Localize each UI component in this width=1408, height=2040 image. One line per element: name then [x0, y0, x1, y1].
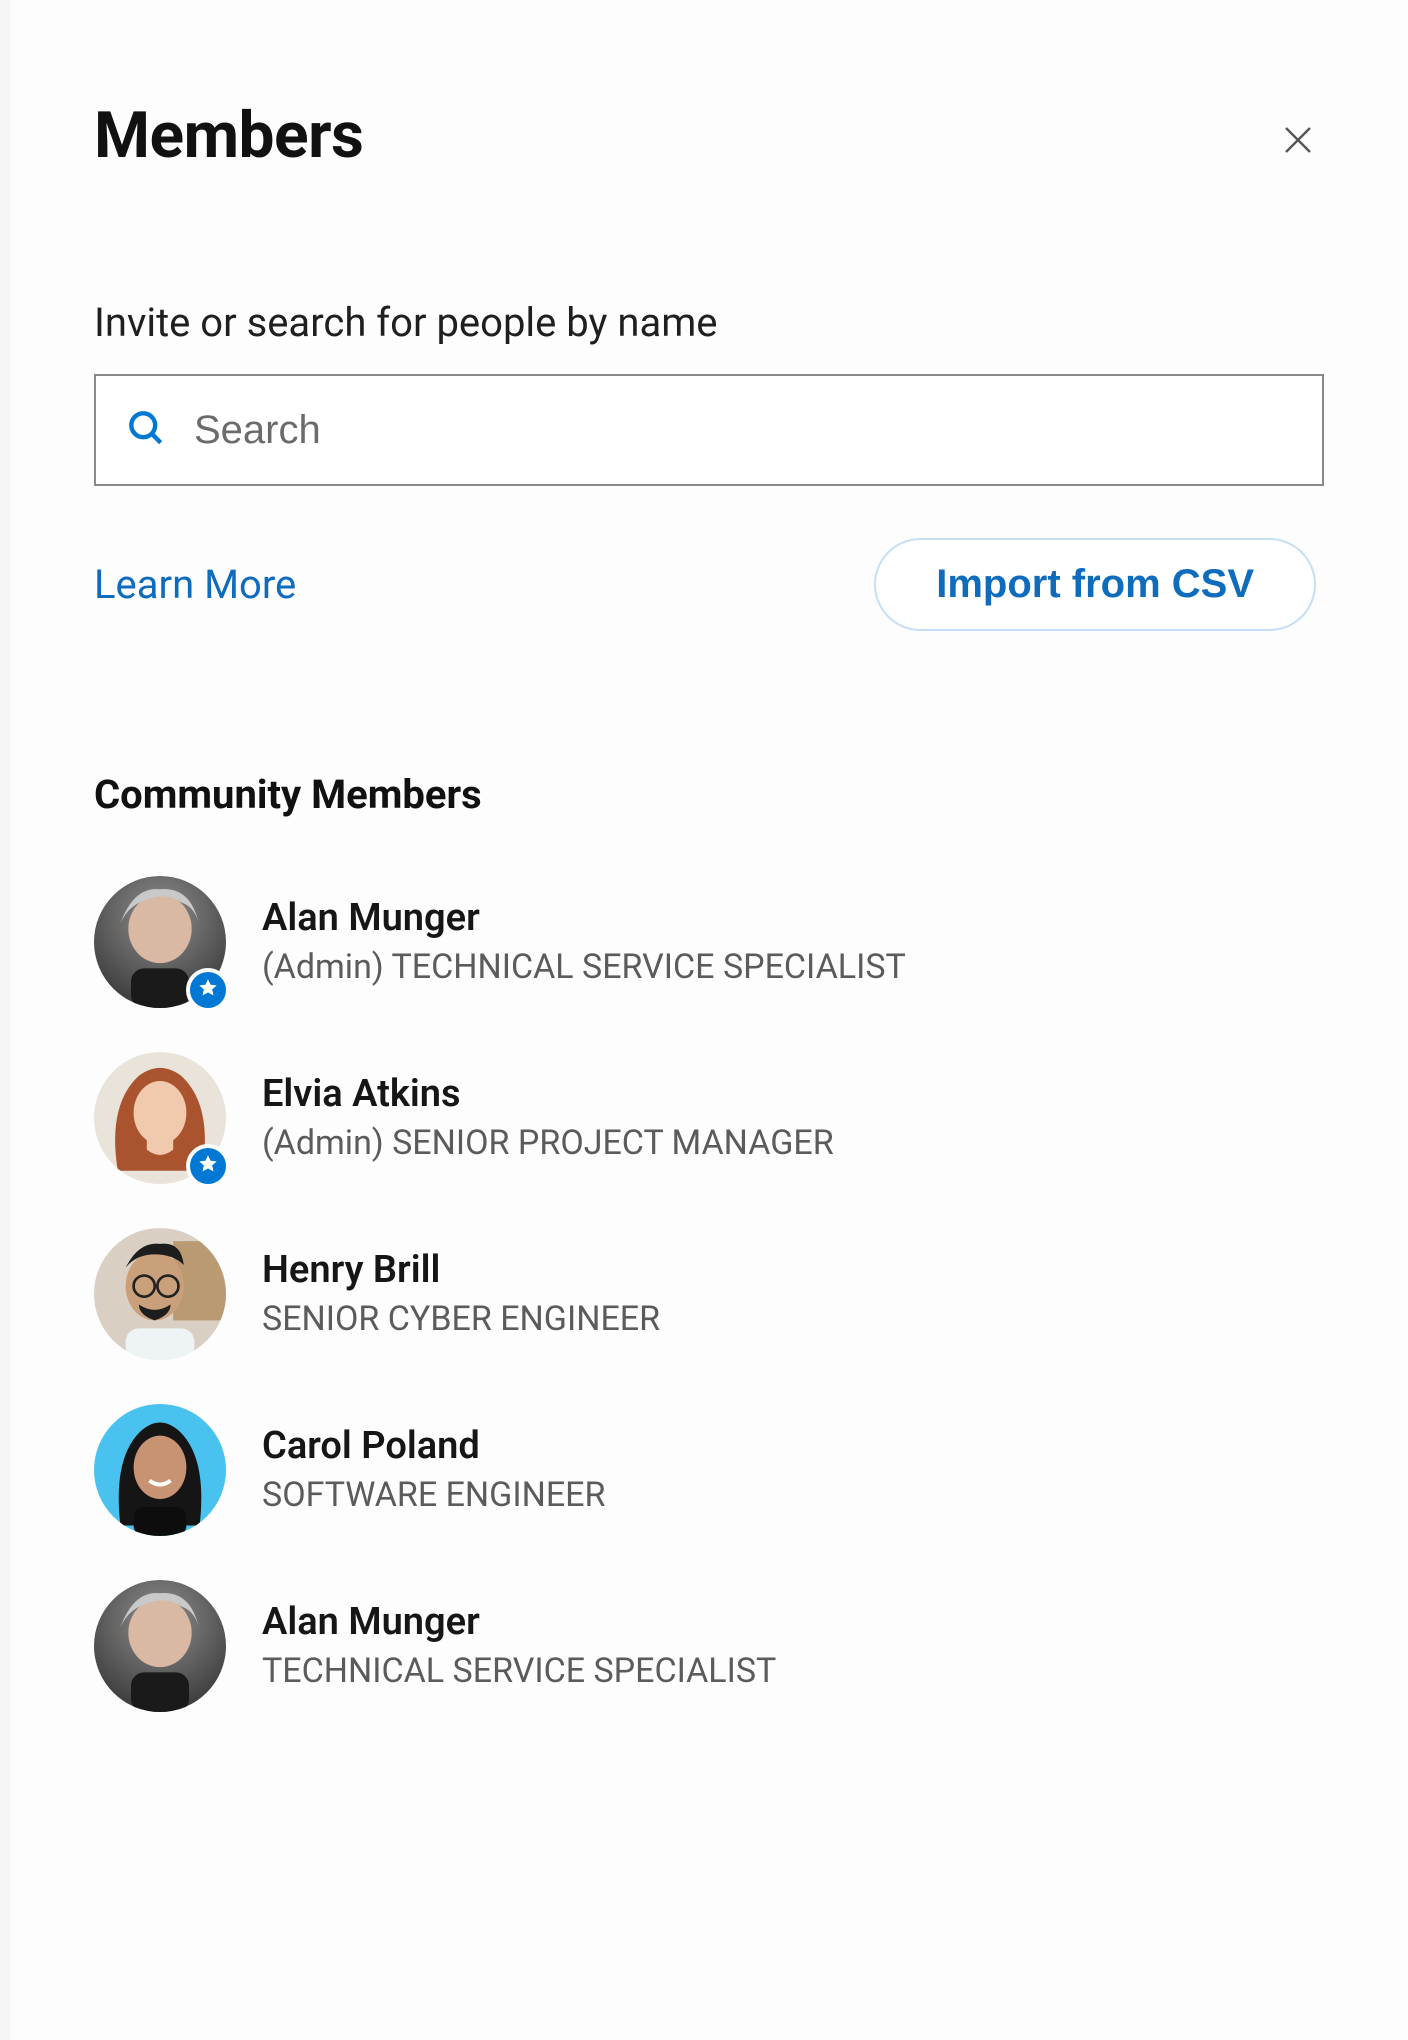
actions-row: Learn More Import from CSV — [94, 538, 1324, 631]
member-name: Carol Poland — [262, 1423, 605, 1471]
member-role: (Admin) TECHNICAL SERVICE SPECIALIST — [262, 945, 906, 989]
section-title: Community Members — [94, 771, 1324, 818]
member-role: SOFTWARE ENGINEER — [262, 1473, 605, 1517]
learn-more-link[interactable]: Learn More — [94, 561, 296, 608]
import-csv-button[interactable]: Import from CSV — [874, 538, 1316, 631]
member-text: Elvia Atkins (Admin) SENIOR PROJECT MANA… — [262, 1071, 834, 1165]
member-row[interactable]: Alan Munger TECHNICAL SERVICE SPECIALIST — [94, 1558, 1324, 1734]
avatar — [94, 876, 226, 1008]
member-row[interactable]: Henry Brill SENIOR CYBER ENGINEER — [94, 1206, 1324, 1382]
close-button[interactable] — [1272, 114, 1324, 169]
member-row[interactable]: Alan Munger (Admin) TECHNICAL SERVICE SP… — [94, 854, 1324, 1030]
page-title: Members — [94, 98, 363, 173]
member-name: Henry Brill — [262, 1247, 660, 1295]
member-text: Alan Munger TECHNICAL SERVICE SPECIALIST — [262, 1599, 776, 1693]
admin-badge — [186, 1144, 230, 1188]
header-row: Members — [94, 98, 1324, 173]
avatar-image — [94, 1404, 226, 1536]
member-text: Alan Munger (Admin) TECHNICAL SERVICE SP… — [262, 895, 906, 989]
avatar — [94, 1228, 226, 1360]
members-panel: Members Invite or search for people by n… — [10, 0, 1408, 2040]
close-icon — [1280, 146, 1316, 161]
member-role: (Admin) SENIOR PROJECT MANAGER — [262, 1121, 834, 1165]
member-row[interactable]: Carol Poland SOFTWARE ENGINEER — [94, 1382, 1324, 1558]
member-name: Alan Munger — [262, 895, 906, 943]
member-row[interactable]: Elvia Atkins (Admin) SENIOR PROJECT MANA… — [94, 1030, 1324, 1206]
members-list: Alan Munger (Admin) TECHNICAL SERVICE SP… — [94, 854, 1324, 1734]
search-icon — [124, 406, 168, 454]
search-box[interactable] — [94, 374, 1324, 486]
search-label: Invite or search for people by name — [94, 299, 1324, 346]
star-icon — [197, 977, 219, 1003]
avatar — [94, 1052, 226, 1184]
member-text: Carol Poland SOFTWARE ENGINEER — [262, 1423, 605, 1517]
search-input[interactable] — [192, 376, 1294, 484]
search-block: Invite or search for people by name — [94, 299, 1324, 486]
avatar — [94, 1580, 226, 1712]
avatar-image — [94, 1580, 226, 1712]
star-icon — [197, 1153, 219, 1179]
member-role: TECHNICAL SERVICE SPECIALIST — [262, 1649, 776, 1693]
member-name: Alan Munger — [262, 1599, 776, 1647]
member-text: Henry Brill SENIOR CYBER ENGINEER — [262, 1247, 660, 1341]
avatar — [94, 1404, 226, 1536]
member-role: SENIOR CYBER ENGINEER — [262, 1297, 660, 1341]
member-name: Elvia Atkins — [262, 1071, 834, 1119]
avatar-image — [94, 1228, 226, 1360]
admin-badge — [186, 968, 230, 1012]
